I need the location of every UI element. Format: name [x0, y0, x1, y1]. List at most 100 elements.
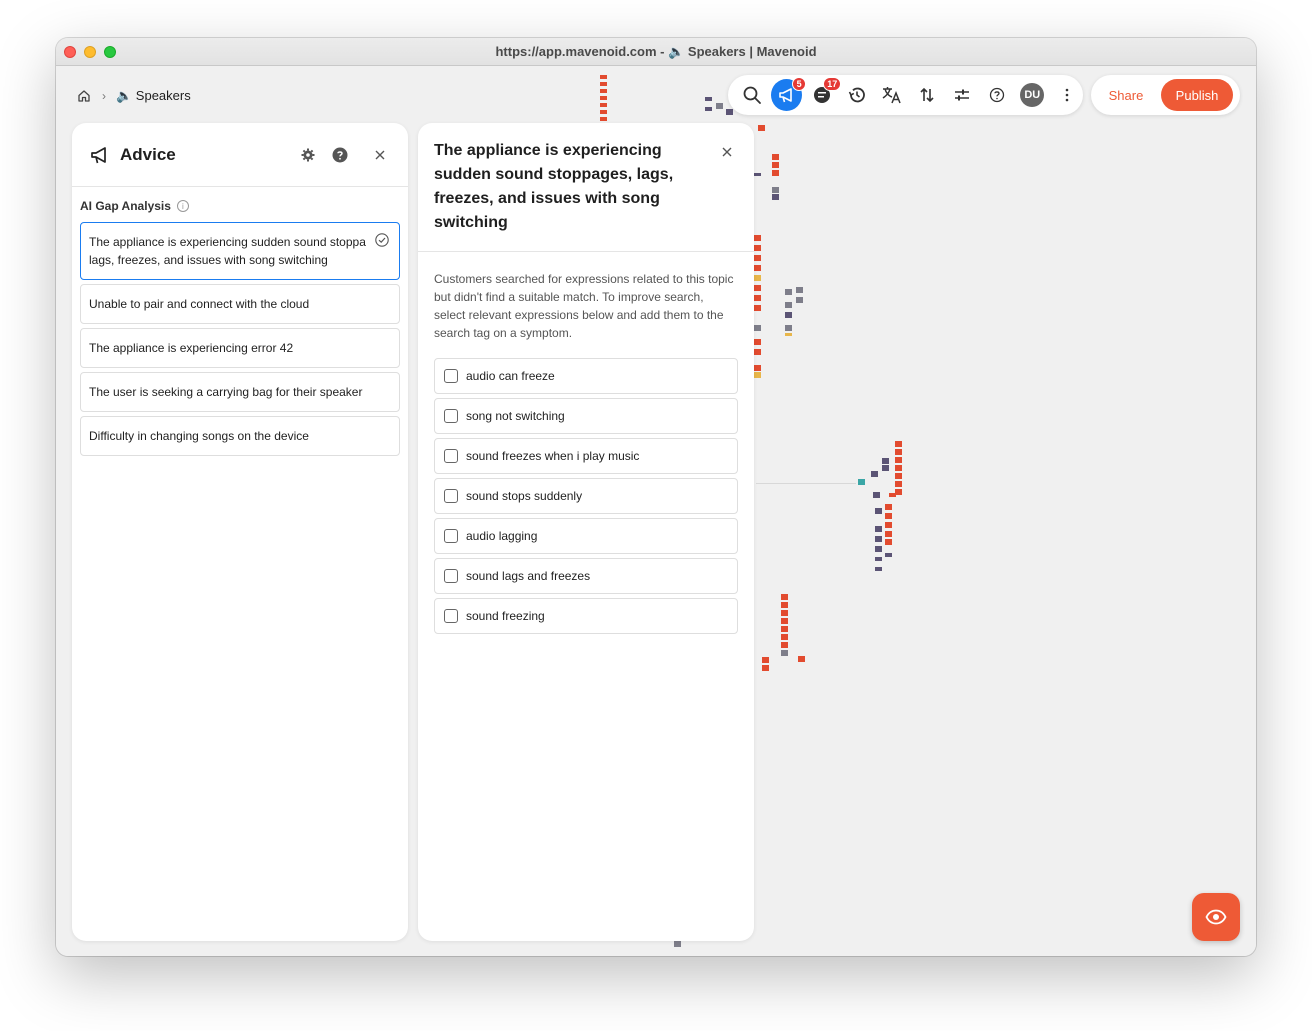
minimize-window-button[interactable]: [84, 46, 96, 58]
gear-icon[interactable]: [298, 145, 318, 165]
flow-node[interactable]: [889, 493, 896, 497]
search-button[interactable]: [736, 79, 767, 111]
flow-node[interactable]: [754, 305, 761, 311]
flow-node[interactable]: [781, 594, 788, 600]
flow-node[interactable]: [705, 97, 712, 101]
flow-node[interactable]: [895, 457, 902, 463]
translate-button[interactable]: [876, 79, 907, 111]
flow-node[interactable]: [858, 479, 865, 485]
topic-item-carrying-bag[interactable]: The user is seeking a carrying bag for t…: [80, 372, 400, 412]
history-button[interactable]: [841, 79, 872, 111]
expression-item[interactable]: song not switching: [434, 398, 738, 434]
flow-node[interactable]: [754, 295, 761, 301]
flow-node[interactable]: [758, 125, 765, 131]
flow-node[interactable]: [754, 285, 761, 291]
settings-sliders-button[interactable]: [947, 79, 978, 111]
flow-node[interactable]: [754, 349, 761, 355]
flow-node[interactable]: [895, 449, 902, 455]
info-icon[interactable]: i: [176, 200, 189, 212]
flow-node[interactable]: [882, 465, 889, 471]
flow-node[interactable]: [885, 513, 892, 519]
publish-button[interactable]: Publish: [1161, 79, 1233, 111]
close-window-button[interactable]: [64, 46, 76, 58]
flow-node[interactable]: [754, 173, 761, 176]
flow-node[interactable]: [885, 553, 892, 557]
flow-node[interactable]: [885, 531, 892, 537]
expression-item[interactable]: sound stops suddenly: [434, 478, 738, 514]
maximize-window-button[interactable]: [104, 46, 116, 58]
flow-node[interactable]: [885, 522, 892, 528]
home-icon[interactable]: [76, 88, 92, 104]
expression-item[interactable]: sound freezing: [434, 598, 738, 634]
advice-button[interactable]: 5: [771, 77, 807, 111]
flow-node[interactable]: [875, 526, 882, 532]
flow-node[interactable]: [885, 504, 892, 510]
expression-checkbox[interactable]: [444, 449, 458, 463]
sort-button[interactable]: [911, 79, 942, 111]
flow-node[interactable]: [772, 170, 779, 176]
help-circle-icon[interactable]: [330, 145, 350, 165]
share-button[interactable]: Share: [1091, 88, 1161, 103]
more-options-button[interactable]: [1052, 79, 1083, 111]
expression-item[interactable]: sound freezes when i play music: [434, 438, 738, 474]
flow-node[interactable]: [785, 289, 792, 295]
flow-node[interactable]: [796, 287, 803, 293]
flow-node[interactable]: [895, 473, 902, 479]
flow-node[interactable]: [785, 312, 792, 318]
flow-node[interactable]: [871, 471, 878, 477]
close-icon[interactable]: [720, 145, 734, 159]
flow-node[interactable]: [772, 162, 779, 168]
flow-node[interactable]: [754, 245, 761, 251]
flow-node[interactable]: [895, 489, 902, 495]
flow-node[interactable]: [600, 82, 607, 86]
flow-node[interactable]: [785, 325, 792, 331]
comments-button[interactable]: 17: [806, 77, 842, 111]
topic-item-error-42[interactable]: The appliance is experiencing error 42: [80, 328, 400, 368]
flow-node[interactable]: [600, 110, 607, 114]
flow-node[interactable]: [772, 154, 779, 160]
expression-item[interactable]: audio lagging: [434, 518, 738, 554]
topic-item-sound-stoppages[interactable]: The appliance is experiencing sudden sou…: [80, 222, 400, 280]
flow-node[interactable]: [781, 618, 788, 624]
flow-node[interactable]: [762, 657, 769, 663]
flow-node[interactable]: [781, 642, 788, 648]
flow-node[interactable]: [600, 103, 607, 107]
flow-node[interactable]: [798, 656, 805, 662]
flow-node[interactable]: [895, 441, 902, 447]
topic-item-changing-songs[interactable]: Difficulty in changing songs on the devi…: [80, 416, 400, 456]
flow-node[interactable]: [875, 508, 882, 514]
flow-node[interactable]: [754, 275, 761, 281]
flow-node[interactable]: [781, 610, 788, 616]
flow-node[interactable]: [875, 546, 882, 552]
flow-node[interactable]: [781, 602, 788, 608]
expression-checkbox[interactable]: [444, 609, 458, 623]
flow-node[interactable]: [895, 465, 902, 471]
preview-button[interactable]: [1192, 893, 1240, 941]
flow-node[interactable]: [796, 297, 803, 303]
flow-node[interactable]: [785, 302, 792, 308]
flow-node[interactable]: [726, 109, 733, 115]
flow-node[interactable]: [600, 89, 607, 93]
flow-node[interactable]: [772, 194, 779, 200]
flow-node[interactable]: [705, 107, 712, 111]
flow-node[interactable]: [781, 634, 788, 640]
expression-checkbox[interactable]: [444, 409, 458, 423]
flow-node[interactable]: [772, 187, 779, 193]
flow-node[interactable]: [781, 650, 788, 656]
expression-item[interactable]: sound lags and freezes: [434, 558, 738, 594]
flow-node[interactable]: [875, 536, 882, 542]
flow-node[interactable]: [600, 117, 607, 121]
flow-node[interactable]: [754, 339, 761, 345]
flow-node[interactable]: [875, 557, 882, 561]
flow-node[interactable]: [754, 235, 761, 241]
flow-node[interactable]: [882, 458, 889, 464]
flow-node[interactable]: [600, 96, 607, 100]
expression-checkbox[interactable]: [444, 569, 458, 583]
expression-item[interactable]: audio can freeze: [434, 358, 738, 394]
flow-node[interactable]: [754, 255, 761, 261]
flow-node[interactable]: [762, 665, 769, 671]
help-button[interactable]: [982, 79, 1013, 111]
flow-node[interactable]: [781, 626, 788, 632]
flow-node[interactable]: [754, 372, 761, 378]
flow-node[interactable]: [754, 365, 761, 371]
